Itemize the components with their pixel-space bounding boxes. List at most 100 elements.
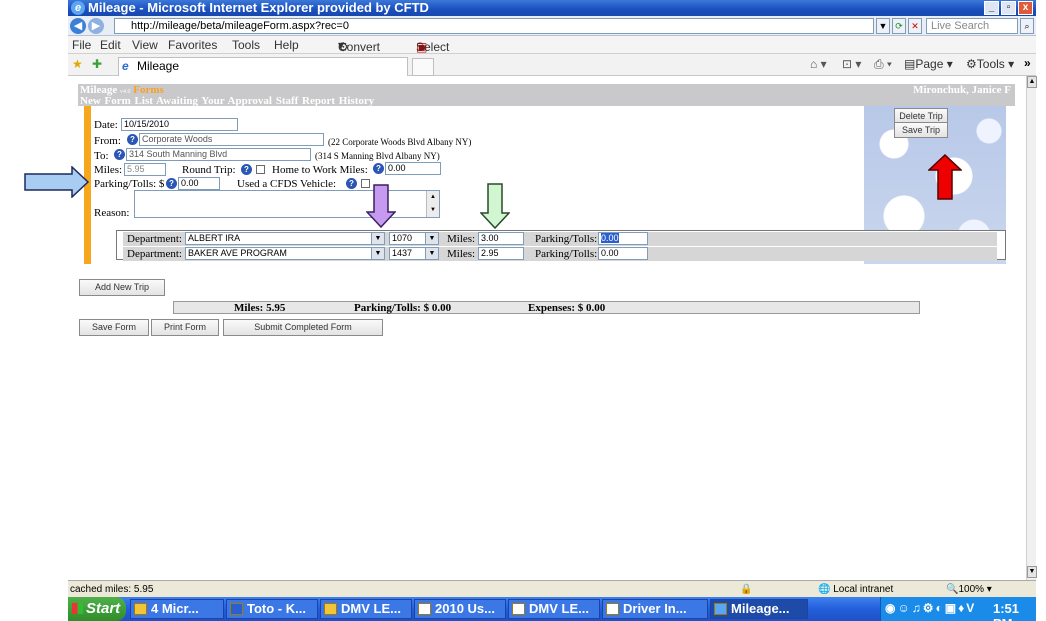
miles-input[interactable]: 5.95 bbox=[124, 163, 166, 176]
maximize-button[interactable]: ▫ bbox=[1001, 1, 1016, 15]
window-titlebar: e Mileage - Microsoft Internet Explorer … bbox=[68, 0, 1036, 16]
reason-scroll-icon[interactable]: ▲ ▼ bbox=[426, 191, 439, 217]
department-miles-input[interactable]: 3.00 bbox=[478, 232, 524, 245]
pdf-icon bbox=[606, 603, 619, 615]
local-intranet-zone[interactable]: 🌐 Local intranet bbox=[818, 584, 893, 595]
department-name: ALBERT IRA bbox=[188, 233, 241, 243]
home-work-help-icon[interactable]: ? bbox=[373, 163, 384, 174]
blue-annotation-arrow-icon bbox=[24, 166, 90, 198]
start-button[interactable]: Start bbox=[68, 597, 126, 621]
minimize-button[interactable]: _ bbox=[984, 1, 999, 15]
windows-logo-icon bbox=[72, 603, 83, 614]
department-name: BAKER AVE PROGRAM bbox=[188, 248, 287, 258]
address-dropdown-icon[interactable]: ▼ bbox=[876, 18, 890, 34]
tray-icons[interactable]: ◉☺♫⚙◐▣♦V bbox=[885, 601, 976, 615]
print-form-button[interactable]: Print Form bbox=[151, 319, 219, 336]
stop-icon[interactable]: ✕ bbox=[908, 18, 922, 34]
add-favorites-icon[interactable]: ✚ bbox=[92, 57, 102, 71]
purple-annotation-arrow-icon bbox=[366, 184, 396, 228]
department-code-select[interactable]: 1437 ▼ bbox=[389, 247, 439, 260]
menu-bar: File Edit View Favorites Tools Help ⚙ Con… bbox=[68, 36, 1036, 54]
taskbar-item[interactable]: Driver In... bbox=[602, 599, 708, 619]
status-lock-icon: 🔒 bbox=[740, 584, 753, 595]
user-name: Mironchuk, Janice F bbox=[913, 84, 1011, 96]
taskbar-item[interactable]: 4 Micr... bbox=[130, 599, 224, 619]
home-work-label: Home to Work Miles: bbox=[272, 164, 368, 176]
date-input[interactable]: 10/15/2010 bbox=[121, 118, 238, 131]
tab-row: ★ ✚ e Mileage ⌂ ▾ ⊡ ▾ ⎙ ▾ ▤Page ▾ ⚙Tools… bbox=[68, 54, 1036, 76]
department-code-select[interactable]: 1070 ▼ bbox=[389, 232, 439, 245]
menu-tools[interactable]: Tools bbox=[232, 38, 260, 52]
cfds-label: Used a CFDS Vehicle: bbox=[237, 178, 337, 190]
menu-view[interactable]: View bbox=[132, 38, 158, 52]
parking-help-icon[interactable]: ? bbox=[166, 178, 177, 189]
scroll-up-icon[interactable]: ▲ bbox=[1027, 76, 1037, 88]
department-miles-input[interactable]: 2.95 bbox=[478, 247, 524, 260]
menu-file[interactable]: File bbox=[72, 38, 91, 52]
department-parking-value: 0.00 bbox=[601, 233, 619, 243]
refresh-icon[interactable]: ⟳ bbox=[892, 18, 906, 34]
taskbar-item-label: 4 Micr... bbox=[151, 601, 199, 616]
department-select[interactable]: ALBERT IRA ▼ bbox=[185, 232, 385, 245]
zoom-control[interactable]: 🔍100% ▾ bbox=[946, 584, 992, 595]
document-icon bbox=[512, 603, 525, 615]
app-icon bbox=[230, 603, 243, 615]
taskbar-item-label: Mileage... bbox=[731, 601, 790, 616]
miles-label: Miles: bbox=[94, 164, 123, 176]
taskbar-item[interactable]: DMV LE... bbox=[508, 599, 600, 619]
taskbar-item-label: Toto - K... bbox=[247, 601, 306, 616]
taskbar-item-label: 2010 Us... bbox=[435, 601, 495, 616]
back-button[interactable]: ◀ bbox=[70, 18, 86, 34]
app-header: Mileage v4.0 Forms New Form List Awaitin… bbox=[78, 84, 1015, 107]
tab-mileage[interactable]: e Mileage bbox=[118, 57, 408, 76]
scroll-down-icon[interactable]: ▼ bbox=[1027, 566, 1037, 578]
round-trip-checkbox[interactable] bbox=[256, 165, 265, 174]
department-code: 1070 bbox=[392, 233, 413, 243]
department-parking-input[interactable]: 0.00 bbox=[598, 247, 648, 260]
toolbar-overflow-icon[interactable]: » bbox=[1024, 56, 1031, 70]
forward-button[interactable]: ▶ bbox=[88, 18, 104, 34]
taskbar-item[interactable]: Toto - K... bbox=[226, 599, 318, 619]
taskbar-item-active[interactable]: Mileage... bbox=[710, 599, 808, 619]
status-text: cached miles: 5.95 bbox=[70, 584, 154, 595]
taskbar-item[interactable]: DMV LE... bbox=[320, 599, 412, 619]
department-select[interactable]: BAKER AVE PROGRAM ▼ bbox=[185, 247, 385, 260]
home-work-input[interactable]: 0.00 bbox=[385, 162, 441, 175]
totals-bar: Miles: 5.95 Parking/Tolls: $ 0.00 Expens… bbox=[173, 301, 920, 314]
search-icon[interactable]: ⌕ bbox=[1020, 18, 1034, 34]
menu-help[interactable]: Help bbox=[274, 38, 299, 52]
cfds-help-icon[interactable]: ? bbox=[346, 178, 357, 189]
menu-edit[interactable]: Edit bbox=[100, 38, 121, 52]
parking-input[interactable]: 0.00 bbox=[178, 177, 220, 190]
new-tab-button[interactable] bbox=[412, 58, 434, 76]
feeds-icon[interactable]: ⊡ ▾ bbox=[842, 57, 861, 71]
address-bar[interactable]: http://mileage/beta/mileageForm.aspx?rec… bbox=[114, 18, 874, 34]
save-form-button[interactable]: Save Form bbox=[79, 319, 149, 336]
taskbar-item-label: DMV LE... bbox=[341, 601, 401, 616]
department-parking-input[interactable]: 0.00 bbox=[598, 232, 648, 245]
save-trip-button[interactable]: Save Trip bbox=[894, 122, 948, 138]
to-label: To: bbox=[94, 150, 109, 162]
taskbar-item[interactable]: 2010 Us... bbox=[414, 599, 506, 619]
add-new-trip-button[interactable]: Add New Trip bbox=[79, 279, 165, 296]
tools-menu[interactable]: ⚙Tools ▾ bbox=[966, 57, 1014, 71]
convert-menu[interactable]: ⚙ Convert ▾ bbox=[338, 38, 380, 54]
to-input[interactable]: 314 South Manning Blvd bbox=[126, 148, 311, 161]
page-scrollbar[interactable]: ▲ ▼ bbox=[1026, 76, 1037, 580]
start-label: Start bbox=[86, 600, 121, 617]
to-help-icon[interactable]: ? bbox=[114, 149, 125, 160]
from-input[interactable]: Corporate Woods bbox=[139, 133, 324, 146]
round-trip-help-icon[interactable]: ? bbox=[241, 164, 252, 175]
search-input[interactable]: Live Search bbox=[926, 18, 1018, 34]
page-menu[interactable]: ▤Page ▾ bbox=[904, 57, 953, 71]
menu-favorites[interactable]: Favorites bbox=[168, 38, 217, 52]
from-help-icon[interactable]: ? bbox=[127, 134, 138, 145]
department-parking-label: Parking/Tolls: $ bbox=[535, 248, 606, 260]
favorites-star-icon[interactable]: ★ bbox=[72, 57, 83, 71]
close-button[interactable]: x bbox=[1018, 1, 1033, 15]
home-icon[interactable]: ⌂ ▾ bbox=[810, 57, 827, 71]
print-icon[interactable]: ⎙ ▾ bbox=[874, 57, 892, 72]
submit-completed-form-button[interactable]: Submit Completed Form bbox=[223, 319, 383, 336]
window-title: Mileage - Microsoft Internet Explorer pr… bbox=[88, 0, 429, 15]
department-label: Department: bbox=[127, 248, 182, 260]
